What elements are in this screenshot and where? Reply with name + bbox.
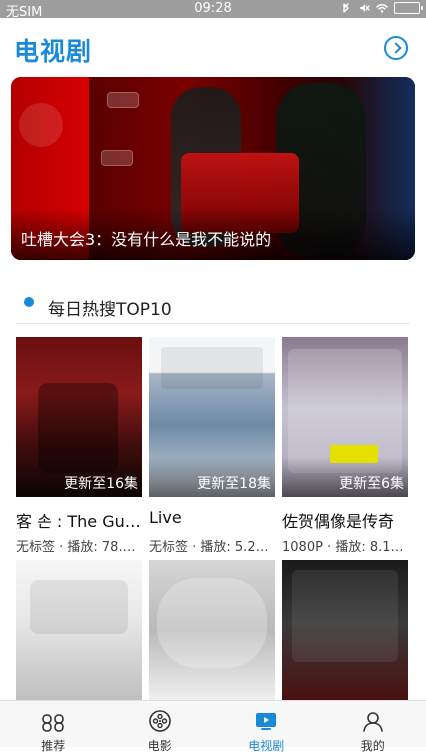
page-header: 电视剧 (0, 18, 426, 76)
show-poster[interactable] (282, 560, 408, 700)
tab-label: 电影 (107, 737, 214, 754)
tab-label: 推荐 (0, 737, 107, 754)
tab-label: 我的 (320, 737, 426, 754)
show-poster[interactable]: 更新至16集 (16, 337, 142, 497)
section-title: 每日热搜TOP10 (48, 295, 172, 320)
banner-logo-badge (101, 150, 133, 166)
hot-search-section-header: 每日热搜TOP10 (0, 283, 426, 323)
film-reel-icon (147, 709, 173, 733)
show-title[interactable]: 客 손 : The Gu… (16, 508, 142, 532)
show-meta: 无标签 · 播放: 78.… (16, 536, 142, 555)
status-bar: 无SIM 09:28 (0, 0, 426, 18)
banner-caption: 吐槽大会3：没有什么是我不能说的 (21, 226, 271, 250)
episode-update-badge: 更新至16集 (64, 473, 138, 493)
show-poster[interactable] (16, 560, 142, 700)
page-title: 电视剧 (14, 32, 92, 68)
tab-movie[interactable]: 电影 (107, 707, 214, 748)
mute-icon (358, 2, 370, 14)
episode-update-badge: 更新至18集 (197, 473, 271, 493)
show-poster[interactable]: 更新至6集 (282, 337, 408, 497)
episode-update-badge: 更新至6集 (339, 473, 404, 493)
tab-label: 电视剧 (213, 737, 320, 754)
show-poster[interactable]: 更新至18集 (149, 337, 275, 497)
tv-icon (253, 709, 279, 733)
bottom-tab-bar: 推荐 电影 电视剧 我的 (0, 700, 426, 747)
show-poster[interactable] (149, 560, 275, 700)
status-icons (340, 2, 420, 14)
user-icon (360, 709, 386, 733)
featured-banner[interactable]: 吐槽大会3：没有什么是我不能说的 (11, 77, 415, 260)
grid-icon (40, 709, 66, 733)
tab-recommend[interactable]: 推荐 (0, 707, 107, 748)
wifi-icon (376, 2, 388, 14)
header-forward-icon[interactable] (384, 36, 408, 60)
section-divider (16, 323, 410, 324)
bluetooth-icon (340, 2, 352, 14)
show-meta: 无标签 · 播放: 5.2… (149, 536, 275, 555)
tab-me[interactable]: 我的 (320, 707, 426, 748)
battery-icon (394, 2, 420, 14)
show-title[interactable]: 佐贺偶像是传奇 (282, 508, 408, 532)
show-meta: 1080P · 播放: 8.1… (282, 536, 408, 555)
banner-logo-badge (107, 92, 139, 108)
section-dot-icon (24, 297, 34, 307)
show-title[interactable]: Live (149, 508, 275, 527)
tab-tv[interactable]: 电视剧 (213, 707, 320, 748)
